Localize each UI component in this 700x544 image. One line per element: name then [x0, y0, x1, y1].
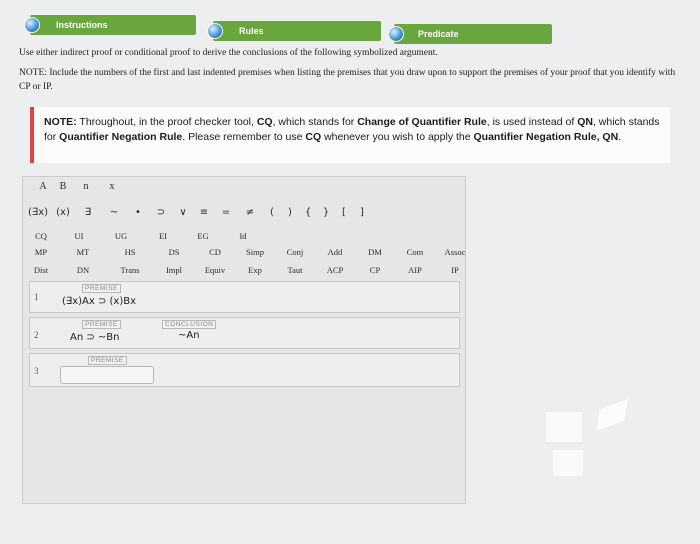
letter-key[interactable]: x	[99, 181, 125, 192]
triple-bar-key[interactable]: ≡	[193, 207, 215, 218]
rule-key-cd[interactable]: CD	[195, 247, 235, 257]
proof-line[interactable]: 1 PREMISE (∃x)Ax ⊃ (x)Bx	[29, 281, 460, 313]
rule-toolbar-quantifier: CQ UI UG EI EG Id	[23, 231, 263, 241]
rule-key-exp[interactable]: Exp	[235, 265, 275, 275]
note-prefix: NOTE:	[44, 116, 77, 128]
bracket-close-key[interactable]: ]	[353, 207, 371, 218]
rule-key-acp[interactable]: ACP	[315, 265, 355, 275]
brace-close-key[interactable]: }	[317, 207, 335, 218]
tab-label: Instructions	[56, 20, 108, 30]
rule-key-trans[interactable]: Trans	[107, 265, 153, 275]
instruction-line: Use either indirect proof or conditional…	[19, 48, 438, 58]
note-box: NOTE: Throughout, in the proof checker t…	[30, 107, 670, 163]
existential-key[interactable]: (∃x)	[25, 207, 51, 218]
exists-key[interactable]: ∃	[75, 207, 101, 218]
note-qn: QN	[577, 116, 593, 128]
proof-line[interactable]: 2 PREMISE An ⊃ ~Bn CONCLUSION ~An	[29, 317, 460, 349]
rule-key-equiv[interactable]: Equiv	[195, 265, 235, 275]
horseshoe-key[interactable]: ⊃	[149, 207, 173, 218]
equals-key[interactable]: =	[215, 207, 237, 218]
paren-open-key[interactable]: (	[263, 207, 281, 218]
rule-key-taut[interactable]: Taut	[275, 265, 315, 275]
rule-key-com[interactable]: Com	[395, 247, 435, 257]
rule-toolbar-replacement: Dist DN Trans Impl Equiv Exp Taut ACP CP…	[23, 265, 475, 275]
rule-key-ui[interactable]: UI	[59, 231, 99, 241]
tilde-key[interactable]: ~	[101, 207, 127, 218]
instruction-note: NOTE: Include the numbers of the first a…	[19, 68, 676, 92]
rule-key-cq[interactable]: CQ	[23, 231, 59, 241]
globe-icon	[388, 26, 404, 42]
rule-key-ei[interactable]: EI	[143, 231, 183, 241]
rule-key-ug[interactable]: UG	[99, 231, 143, 241]
premise-formula[interactable]: An ⊃ ~Bn	[70, 332, 120, 343]
rule-key-dm[interactable]: DM	[355, 247, 395, 257]
note-text: .	[618, 131, 622, 143]
line-number: 2	[34, 330, 39, 340]
letter-key[interactable]: n	[73, 181, 99, 192]
line-number: 3	[34, 366, 39, 376]
proof-checker-panel: A B n x (∃x) (x) ∃ ~ • ⊃ ∨ ≡ = ≠ ( ) { }…	[22, 176, 466, 504]
rule-key-ip[interactable]: IP	[435, 265, 475, 275]
bracket-open-key[interactable]: [	[335, 207, 353, 218]
letter-toolbar: A B n x	[33, 181, 125, 192]
rule-key-add[interactable]: Add	[315, 247, 355, 257]
rule-key-impl[interactable]: Impl	[153, 265, 195, 275]
tab-instructions[interactable]: Instructions	[24, 15, 196, 35]
proof-line[interactable]: 3 PREMISE	[29, 353, 460, 387]
wedge-key[interactable]: ∨	[173, 207, 193, 218]
dot-key[interactable]: •	[127, 207, 149, 218]
note-text: whenever you wish to apply the	[321, 131, 474, 143]
globe-icon	[207, 23, 223, 39]
note-qn-rule-2: Quantifier Negation Rule, QN	[473, 131, 619, 143]
universal-key[interactable]: (x)	[51, 207, 75, 218]
note-qn-rule: Quantifier Negation Rule	[59, 131, 183, 143]
premise-formula[interactable]: (∃x)Ax ⊃ (x)Bx	[62, 296, 136, 307]
rule-key-assoc[interactable]: Assoc	[435, 247, 475, 257]
note-cq: CQ	[256, 116, 273, 128]
tab-predicate[interactable]: Predicate	[388, 24, 552, 44]
symbol-toolbar: (∃x) (x) ∃ ~ • ⊃ ∨ ≡ = ≠ ( ) { } [ ]	[25, 207, 371, 218]
tab-rules[interactable]: Rules	[207, 21, 381, 41]
rule-key-mp[interactable]: MP	[23, 247, 59, 257]
premise-tag: PREMISE	[88, 356, 127, 365]
note-cq-2: CQ	[305, 131, 322, 143]
rule-key-simp[interactable]: Simp	[235, 247, 275, 257]
rule-key-dist[interactable]: Dist	[23, 265, 59, 275]
rule-key-id[interactable]: Id	[223, 231, 263, 241]
paren-close-key[interactable]: )	[281, 207, 299, 218]
note-cq-rule: Change of Quantifier Rule	[357, 116, 487, 128]
note-text: . Please remember to use	[182, 131, 306, 143]
note-text: , which stands for	[272, 116, 358, 128]
not-equals-key[interactable]: ≠	[237, 207, 263, 218]
conclusion-tag: CONCLUSION	[162, 320, 217, 329]
glare-reflection	[596, 398, 628, 432]
rule-key-cp[interactable]: CP	[355, 265, 395, 275]
brace-open-key[interactable]: {	[299, 207, 317, 218]
conclusion-formula: ~An	[178, 330, 200, 341]
note-text: , is used instead of	[486, 116, 578, 128]
rule-key-eg[interactable]: EG	[183, 231, 223, 241]
premise-tag: PREMISE	[82, 320, 121, 329]
glare-reflection	[546, 412, 582, 442]
rule-key-ds[interactable]: DS	[153, 247, 195, 257]
globe-icon	[24, 17, 40, 33]
letter-key[interactable]: A	[33, 181, 53, 192]
rule-key-hs[interactable]: HS	[107, 247, 153, 257]
line-number: 1	[34, 292, 39, 302]
letter-key[interactable]: B	[53, 181, 73, 192]
rule-key-aip[interactable]: AIP	[395, 265, 435, 275]
premise-tag: PREMISE	[82, 284, 121, 293]
rule-key-mt[interactable]: MT	[59, 247, 107, 257]
rule-toolbar-inference: MP MT HS DS CD Simp Conj Add DM Com Asso…	[23, 247, 475, 257]
rule-key-conj[interactable]: Conj	[275, 247, 315, 257]
premise-input[interactable]	[60, 366, 154, 384]
glare-reflection	[553, 450, 583, 476]
note-text: Throughout, in the proof checker tool,	[76, 116, 257, 128]
rule-key-dn[interactable]: DN	[59, 265, 107, 275]
